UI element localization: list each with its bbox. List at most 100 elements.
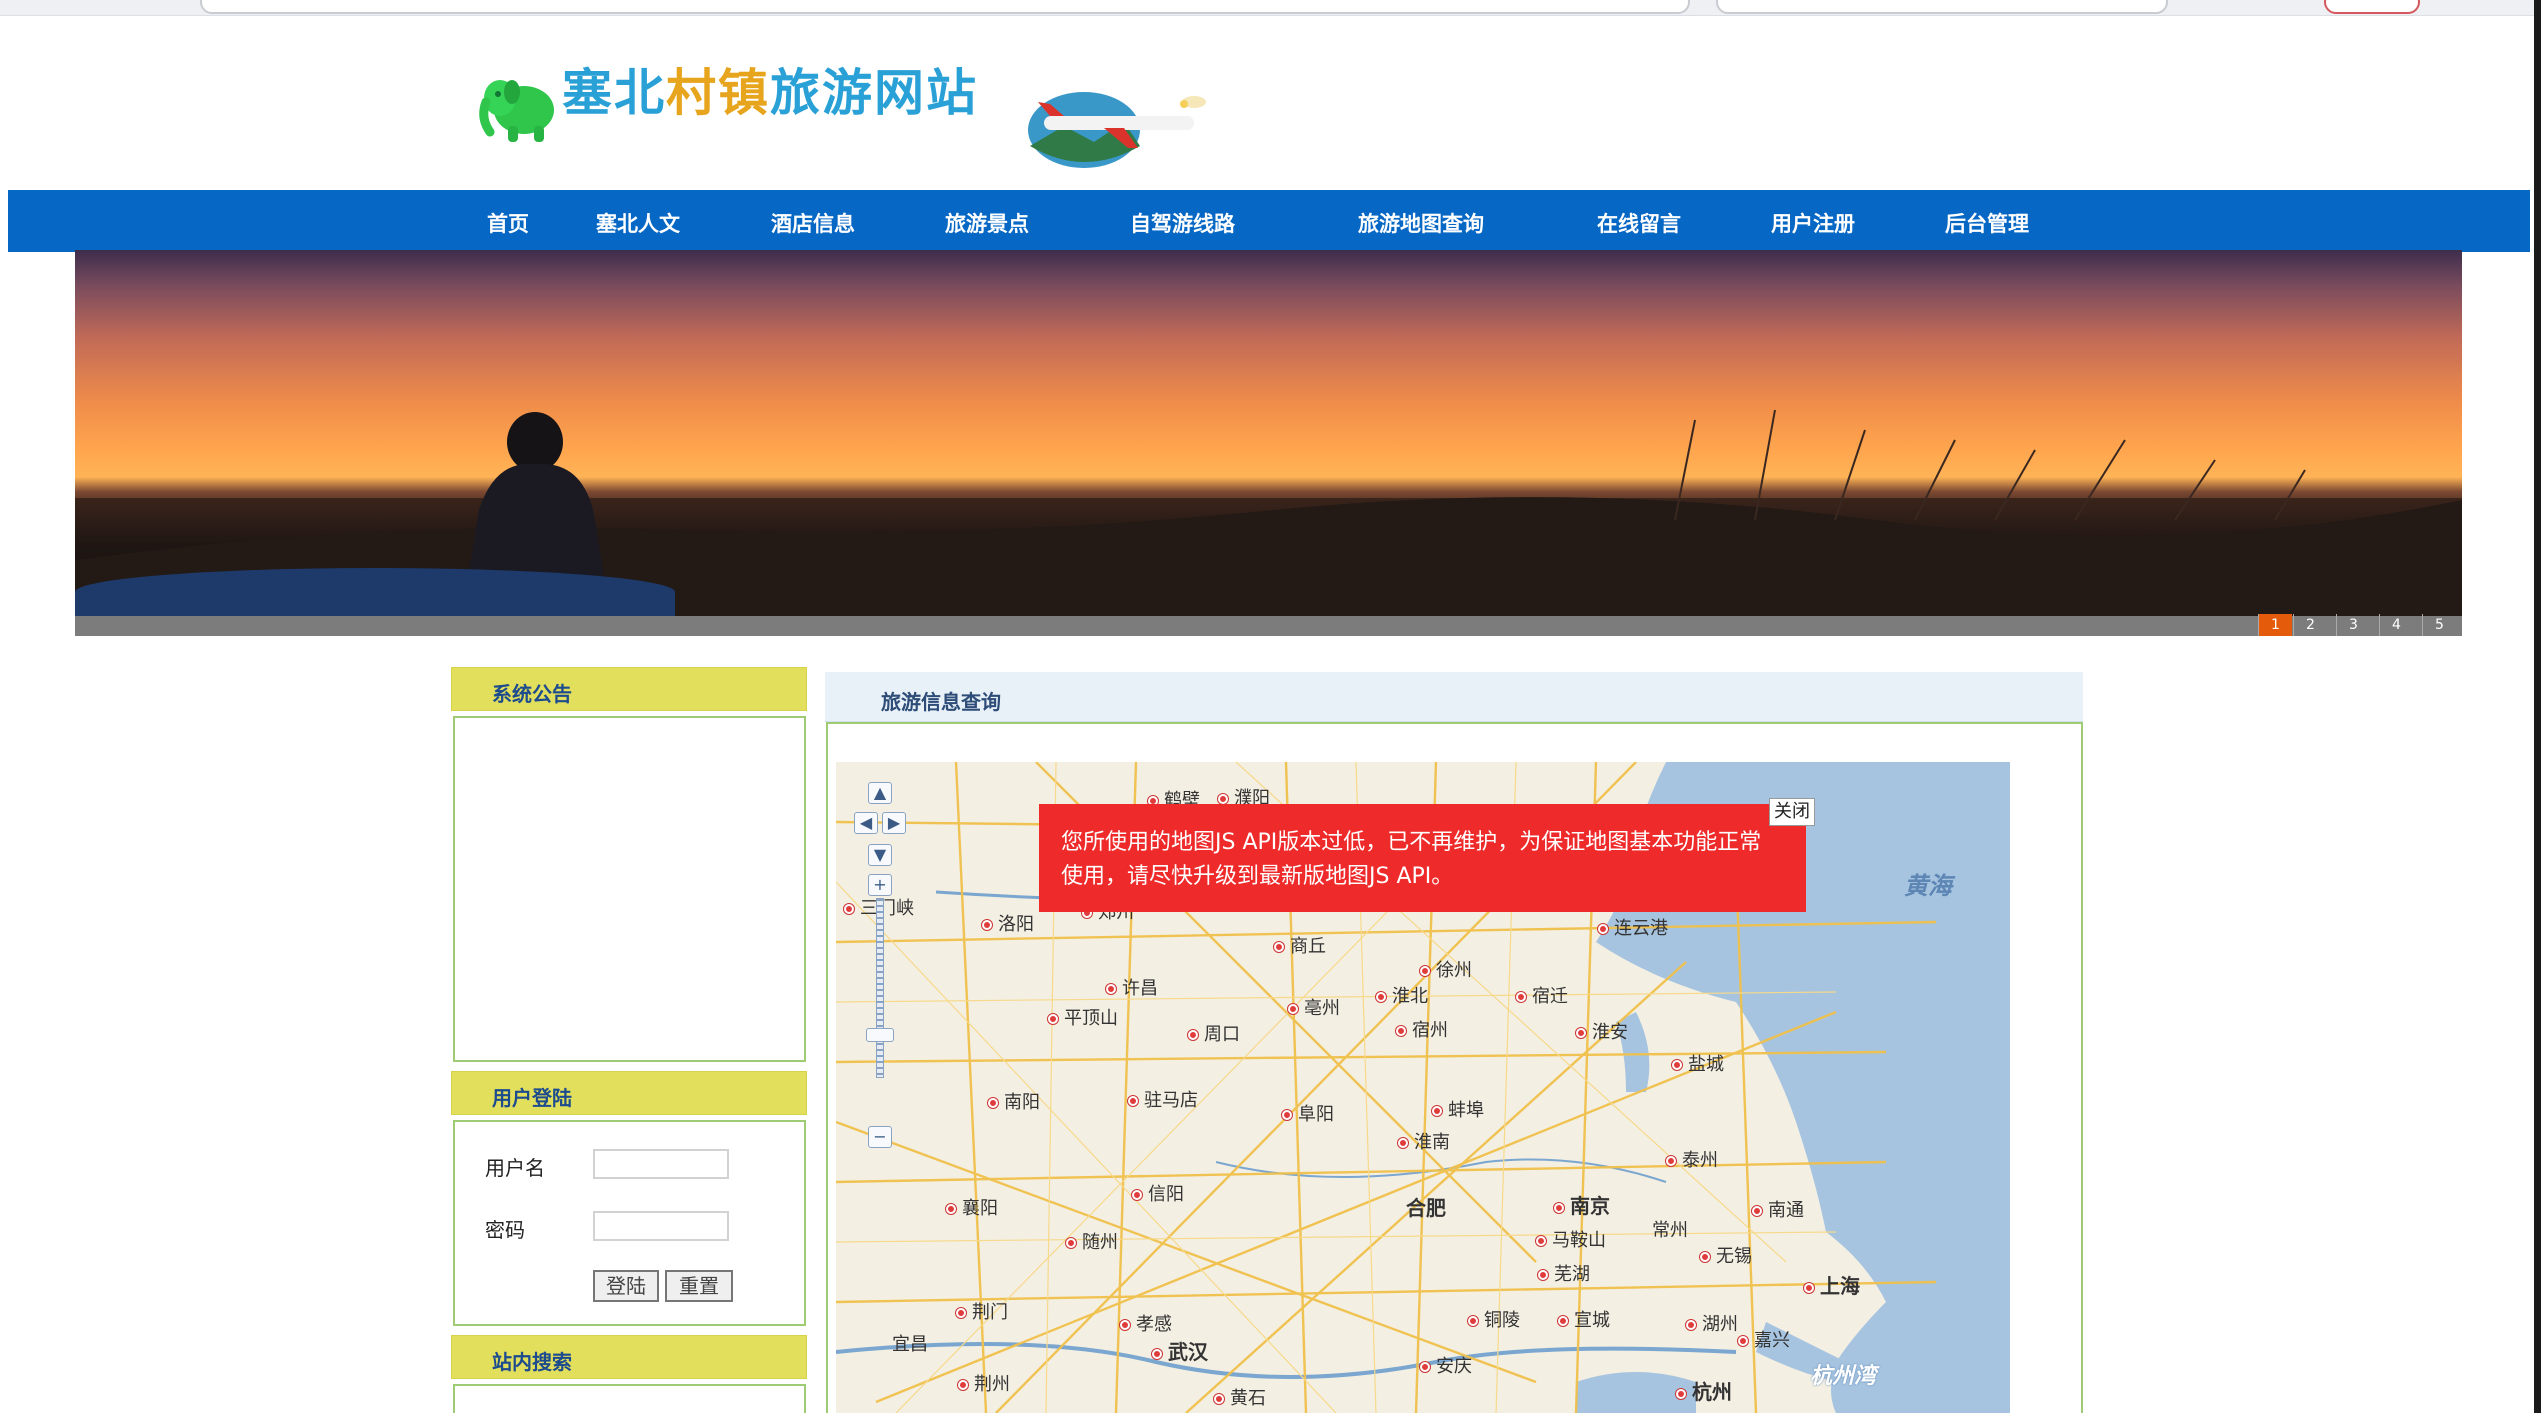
nav-map-query[interactable]: 旅游地图查询 xyxy=(1358,208,1484,238)
notice-header: 系统公告 xyxy=(451,667,807,711)
banner-page-4[interactable]: 4 xyxy=(2379,614,2413,636)
elephant-logo-icon xyxy=(478,62,562,146)
notice-box xyxy=(453,716,806,1062)
logo-char: 旅 xyxy=(770,64,822,122)
site-search-title: 站内搜索 xyxy=(492,1350,572,1374)
page: 塞北村镇旅游网站 首页 塞北人文 酒店信息 旅游景点 自驾游线路 旅游地图查询 … xyxy=(0,0,2541,1413)
map-city-huangshi[interactable]: 黄石 xyxy=(1214,1384,1266,1410)
banner-page-2[interactable]: 2 xyxy=(2293,614,2327,636)
map-api-warning-alert: 您所使用的地图JS API版本过低，已不再维护，为保证地图基本功能正常使用，请尽… xyxy=(1039,798,1815,912)
login-button[interactable]: 登陆 xyxy=(593,1270,659,1302)
map-city-suizhou[interactable]: 随州 xyxy=(1066,1228,1118,1254)
nav-messages[interactable]: 在线留言 xyxy=(1597,208,1681,238)
map-city-yichang[interactable]: 宜昌 xyxy=(892,1330,928,1356)
map-city-wuhan[interactable]: 武汉 xyxy=(1152,1336,1208,1365)
nav-attractions[interactable]: 旅游景点 xyxy=(945,208,1029,238)
map-pan-right-button[interactable]: ▶ xyxy=(882,812,906,834)
map-pan-up-button[interactable]: ▲ xyxy=(868,782,892,804)
map-city-jingmen[interactable]: 荆门 xyxy=(956,1298,1008,1324)
map-city-maanshan[interactable]: 马鞍山 xyxy=(1536,1226,1606,1252)
map-city-fuyang[interactable]: 阜阳 xyxy=(1282,1100,1334,1126)
banner-page-3[interactable]: 3 xyxy=(2336,614,2370,636)
map-city-xuancheng[interactable]: 宣城 xyxy=(1558,1306,1610,1332)
logo-char: 网 xyxy=(874,64,926,122)
map-city-bengbu[interactable]: 蚌埠 xyxy=(1432,1096,1484,1122)
map-city-luoyang[interactable]: 洛阳 xyxy=(982,910,1034,936)
map-zoom-out-button[interactable]: − xyxy=(868,1126,892,1148)
reset-button[interactable]: 重置 xyxy=(665,1270,733,1302)
map-city-bozhou[interactable]: 亳州 xyxy=(1288,994,1340,1020)
browser-search-bar[interactable] xyxy=(1716,0,2168,14)
login-title: 用户登陆 xyxy=(492,1086,572,1110)
nav-admin[interactable]: 后台管理 xyxy=(1945,208,2029,238)
map-city-hangzhou[interactable]: 杭州 xyxy=(1676,1376,1732,1405)
map-pan-down-button[interactable]: ▼ xyxy=(868,844,892,866)
notice-title: 系统公告 xyxy=(492,682,572,706)
map-city-zhumadian[interactable]: 驻马店 xyxy=(1128,1086,1198,1112)
logo-char: 北 xyxy=(614,64,666,122)
airplane-logo-icon xyxy=(1024,82,1208,170)
map-city-lianyungang[interactable]: 连云港 xyxy=(1598,914,1668,940)
map-city-taizhou[interactable]: 泰州 xyxy=(1666,1146,1718,1172)
password-label: 密码 xyxy=(485,1218,525,1242)
username-input[interactable] xyxy=(593,1149,729,1179)
banner-page-1[interactable]: 1 xyxy=(2258,614,2292,636)
map-city-changzhou[interactable]: 常州 xyxy=(1652,1216,1688,1242)
map-city-xinyang[interactable]: 信阳 xyxy=(1132,1180,1184,1206)
map-city-huaian[interactable]: 淮安 xyxy=(1576,1018,1628,1044)
map-city-huainan[interactable]: 淮南 xyxy=(1398,1128,1450,1154)
nav-hotels[interactable]: 酒店信息 xyxy=(771,208,855,238)
map-city-huzhou[interactable]: 湖州 xyxy=(1686,1310,1738,1336)
map-city-zhoukou[interactable]: 周口 xyxy=(1188,1020,1240,1046)
map-city-wuxi[interactable]: 无锡 xyxy=(1700,1242,1752,1268)
map-city-wuhu[interactable]: 芜湖 xyxy=(1538,1260,1590,1286)
map-zoom-slider-track[interactable] xyxy=(876,898,884,1078)
map-zoom-in-button[interactable]: + xyxy=(868,874,892,896)
login-box: 用户名 密码 登陆 重置 xyxy=(453,1120,806,1326)
alert-close-button[interactable]: 关闭 xyxy=(1769,798,1815,826)
nav-register[interactable]: 用户注册 xyxy=(1771,208,1855,238)
map-city-tongling[interactable]: 铜陵 xyxy=(1468,1306,1520,1332)
banner-blue-tarp xyxy=(75,568,675,616)
nav-driving-routes[interactable]: 自驾游线路 xyxy=(1130,208,1235,238)
map-city-anqing[interactable]: 安庆 xyxy=(1420,1352,1472,1378)
map-zoom-slider-handle[interactable] xyxy=(866,1028,894,1042)
banner-page-5[interactable]: 5 xyxy=(2422,614,2456,636)
map-sea-huanghai: 黄海 xyxy=(1904,872,1952,900)
map-city-shangqiu[interactable]: 商丘 xyxy=(1274,932,1326,958)
map-city-xiaogan[interactable]: 孝感 xyxy=(1120,1310,1172,1336)
address-bar[interactable] xyxy=(200,0,1690,14)
map-city-nanjing[interactable]: 南京 xyxy=(1554,1190,1610,1219)
map-city-shanghai[interactable]: 上海 xyxy=(1804,1270,1860,1299)
password-input[interactable] xyxy=(593,1211,729,1241)
nav-home[interactable]: 首页 xyxy=(487,208,529,238)
map-city-jiaxing[interactable]: 嘉兴 xyxy=(1738,1326,1790,1352)
vertical-scrollbar[interactable] xyxy=(2534,0,2541,1413)
main-panel-header: 旅游信息查询 xyxy=(825,672,2083,722)
logo-char: 站 xyxy=(926,64,978,122)
banner-pager-bar xyxy=(75,616,2462,636)
site-search-header: 站内搜索 xyxy=(451,1335,807,1379)
main-nav: 首页 塞北人文 酒店信息 旅游景点 自驾游线路 旅游地图查询 在线留言 用户注册… xyxy=(8,190,2530,252)
map-city-nanyang[interactable]: 南阳 xyxy=(988,1088,1040,1114)
browser-extension-button[interactable] xyxy=(2324,0,2420,14)
map-city-xiangyang[interactable]: 襄阳 xyxy=(946,1194,998,1220)
map-city-nantong[interactable]: 南通 xyxy=(1752,1196,1804,1222)
map-city-hefei[interactable]: 合肥 xyxy=(1406,1192,1446,1221)
map-city-xuzhou[interactable]: 徐州 xyxy=(1420,956,1472,982)
main-panel-title: 旅游信息查询 xyxy=(881,690,1001,714)
map-city-suqian[interactable]: 宿迁 xyxy=(1516,982,1568,1008)
map-city-jingzhou[interactable]: 荆州 xyxy=(958,1370,1010,1396)
nav-culture[interactable]: 塞北人文 xyxy=(596,208,680,238)
map-city-yancheng[interactable]: 盐城 xyxy=(1672,1050,1724,1076)
logo-char: 村 xyxy=(666,64,718,122)
map-pan-left-button[interactable]: ◀ xyxy=(854,812,878,834)
site-logo-text: 塞北村镇旅游网站 xyxy=(562,58,978,128)
map-city-xuchang[interactable]: 许昌 xyxy=(1106,974,1158,1000)
map-city-suzhou-ah[interactable]: 宿州 xyxy=(1396,1016,1448,1042)
site-search-box xyxy=(453,1384,806,1413)
map-sea-hangzhou-bay: 杭州湾 xyxy=(1810,1364,1877,1389)
map-city-huaibei[interactable]: 淮北 xyxy=(1376,982,1428,1008)
map-city-pingdingshan[interactable]: 平顶山 xyxy=(1048,1004,1118,1030)
logo-char: 塞 xyxy=(562,64,614,122)
